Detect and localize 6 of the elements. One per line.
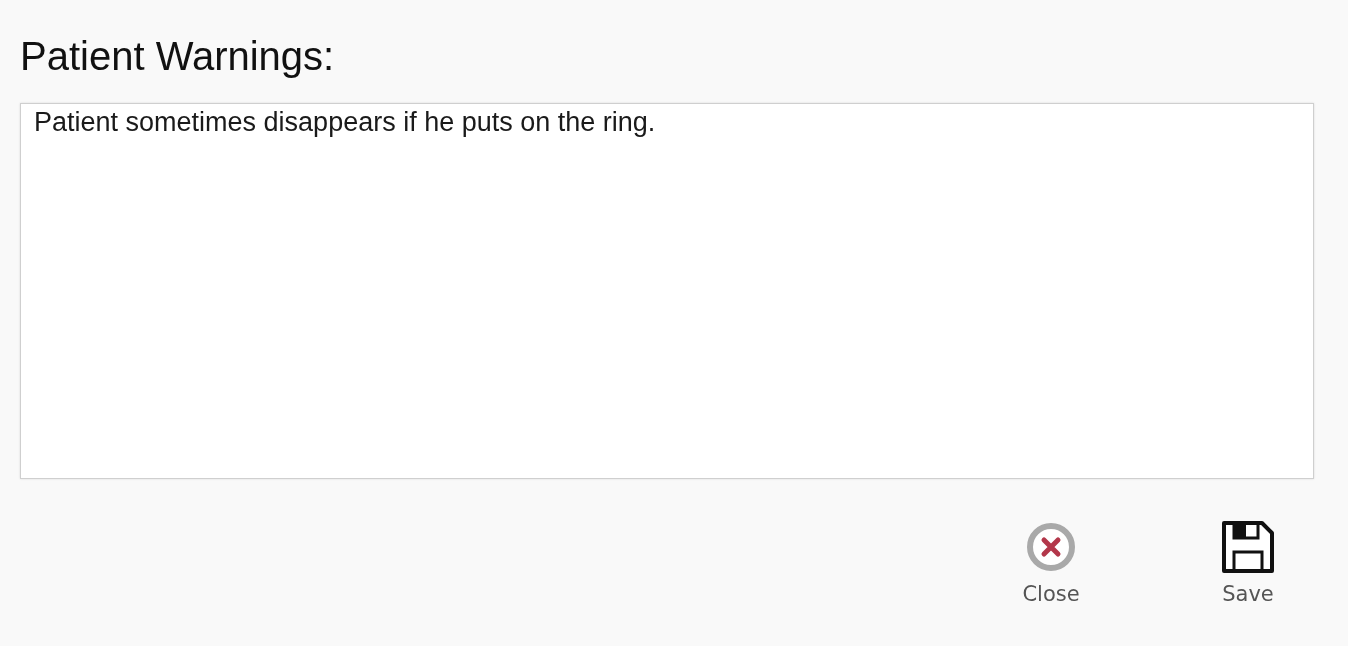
section-title: Patient Warnings: xyxy=(20,33,335,79)
close-icon xyxy=(1027,523,1075,571)
save-button[interactable]: Save xyxy=(1198,521,1298,606)
close-button[interactable]: Close xyxy=(1001,521,1101,606)
save-icon xyxy=(1222,521,1274,573)
warnings-text-area[interactable]: Patient sometimes disappears if he puts on the ring. xyxy=(20,103,1314,479)
